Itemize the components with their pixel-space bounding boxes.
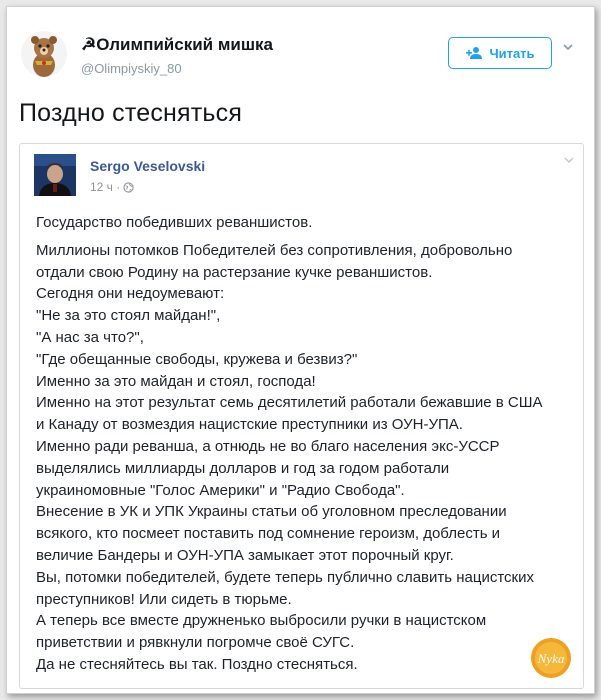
- author-name[interactable]: ☭Олимпийский мишка: [81, 35, 273, 55]
- post-line: Миллионы потомков Победителей без сопрот…: [36, 241, 513, 259]
- post-line: и Канаду от возмездия нацистские преступ…: [36, 416, 463, 434]
- post-line: приветствии и рявкнули погромче своё СУГ…: [36, 634, 355, 652]
- post-line: "Где обещанные свободы, кружева и безвиз…: [36, 350, 358, 368]
- add-user-icon: [466, 47, 483, 59]
- chevron-down-icon[interactable]: [562, 41, 574, 53]
- quoted-facebook-post[interactable]: Sergo Veselovski 12 ч · Государство побе…: [19, 143, 584, 689]
- post-line: Вы, потомки победителей, будете теперь п…: [36, 568, 534, 586]
- author-avatar[interactable]: [21, 31, 67, 77]
- post-line: выделялись миллиарды долларов и год за г…: [36, 459, 450, 477]
- post-line: Именно за это майдан и стоял, господа!: [36, 372, 316, 390]
- quoted-post-text: Государство победивших реваншистов. Милл…: [36, 212, 576, 676]
- post-line: Да не стесняйтесь вы так. Поздно стеснят…: [36, 655, 358, 673]
- post-line: "Не за это стоял майдан!",: [36, 307, 221, 325]
- watermark-logo: Nyka: [531, 638, 571, 678]
- follow-button-label: Читать: [489, 45, 535, 61]
- quoted-author-avatar[interactable]: [34, 154, 76, 196]
- tweet-text: Поздно стесняться: [19, 99, 243, 127]
- post-line: Именно на этот результат семь десятилети…: [36, 394, 543, 412]
- quoted-post-meta: 12 ч ·: [90, 180, 134, 194]
- post-time[interactable]: 12 ч ·: [90, 180, 120, 194]
- author-handle[interactable]: @Olimpiyskiy_80: [81, 61, 182, 76]
- post-line: Внесение в УК и УПК Украины статьи об уг…: [36, 503, 507, 521]
- chevron-down-icon[interactable]: [563, 154, 575, 166]
- post-line: величие Бандеры и ОУН-УПА замыкает этот …: [36, 546, 454, 564]
- post-line: Именно ради реванша, а отнюдь не во благ…: [36, 437, 500, 455]
- post-line: Сегодня они недоумевают:: [36, 285, 225, 303]
- post-line: всякого, кто посмеет поставить под сомне…: [36, 525, 501, 543]
- post-line: преступников! Или сидеть в тюрьме.: [36, 590, 292, 608]
- globe-icon: [123, 181, 134, 193]
- quoted-author-name[interactable]: Sergo Veselovski: [90, 158, 205, 174]
- post-line: А теперь все вместе дружненько выбросили…: [36, 612, 487, 630]
- svg-text:Nyka: Nyka: [537, 651, 565, 666]
- post-line: "А нас за что?",: [36, 328, 144, 346]
- tweet-header: ☭Олимпийский мишка @Olimpiyskiy_80 Читат…: [21, 31, 580, 91]
- follow-button[interactable]: Читать: [448, 37, 552, 69]
- screenshot-frame: ☭Олимпийский мишка @Olimpiyskiy_80 Читат…: [6, 6, 595, 694]
- post-heading-line: Государство победивших реваншистов.: [36, 214, 313, 231]
- post-line: украиномовные "Голос Америки" и "Радио С…: [36, 481, 405, 499]
- post-line: отдали свою Родину на растерзание кучке …: [36, 263, 433, 281]
